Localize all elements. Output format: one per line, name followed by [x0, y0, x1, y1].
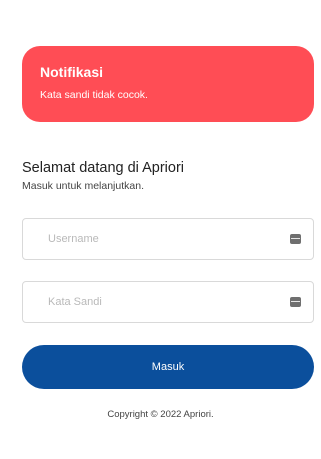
notification-alert: Notifikasi Kata sandi tidak cocok.: [22, 46, 314, 122]
password-input[interactable]: [23, 282, 253, 322]
login-button[interactable]: Masuk: [22, 345, 314, 389]
page-title: Selamat datang di Apriori: [22, 160, 185, 176]
notification-title: Notifikasi: [40, 64, 104, 80]
id-card-icon: [290, 234, 301, 244]
page-subtitle: Masuk untuk melanjutkan.: [22, 180, 144, 192]
welcome-section: Selamat datang di Apriori Masuk untuk me…: [22, 160, 302, 193]
id-card-icon: [290, 297, 301, 307]
username-input[interactable]: [23, 219, 253, 259]
username-field[interactable]: [22, 218, 314, 260]
notification-message: Kata sandi tidak cocok.: [40, 89, 148, 101]
password-field[interactable]: [22, 281, 314, 323]
copyright-text: Copyright © 2022 Apriori.: [107, 409, 214, 420]
